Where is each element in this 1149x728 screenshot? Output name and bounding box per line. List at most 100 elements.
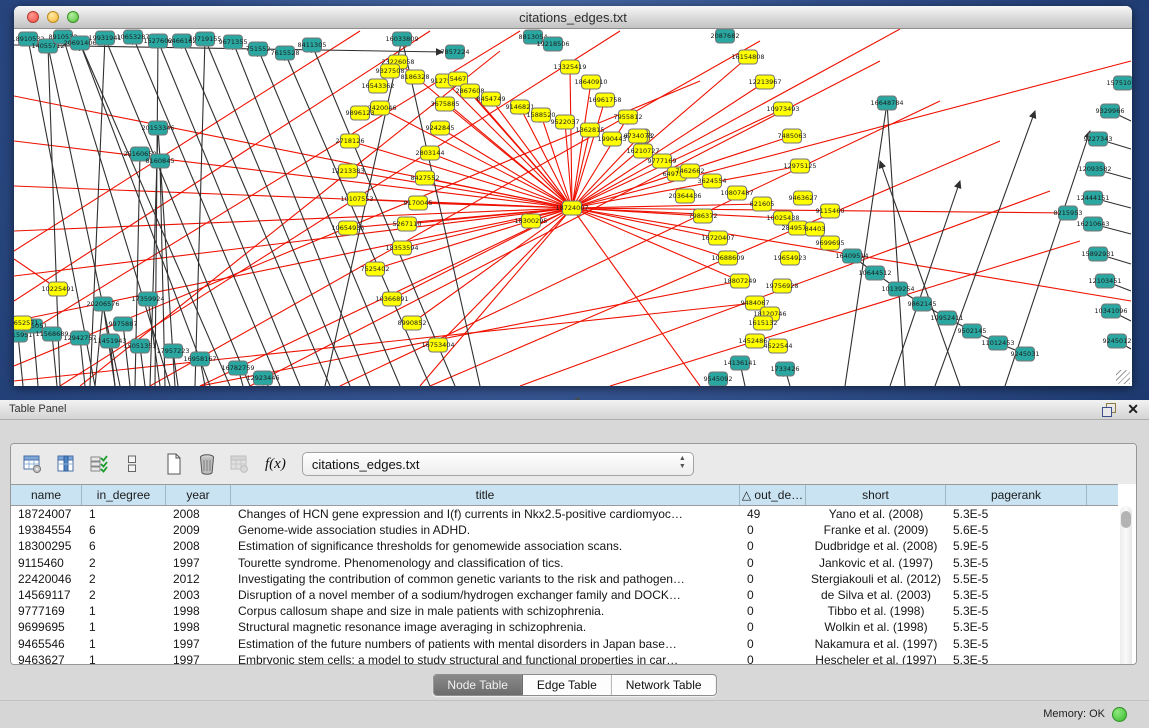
memory-ok-indicator[interactable]	[1112, 707, 1127, 722]
graph-node-yellow[interactable]: 16543362	[361, 79, 394, 93]
table-row[interactable]: 911546021997Tourette syndrome. Phenomeno…	[11, 555, 1118, 571]
graph-node-yellow[interactable]: 9896123	[346, 106, 375, 120]
graph-node-yellow[interactable]: 9463627	[789, 191, 818, 205]
graph-node-yellow[interactable]: 10654935	[331, 221, 364, 235]
column-header-pagerank[interactable]: pagerank	[946, 485, 1087, 505]
column-header-title[interactable]: title	[231, 485, 740, 505]
graph-node-yellow[interactable]: 10366891	[375, 292, 408, 306]
graph-node-teal[interactable]: 9227343	[1084, 132, 1113, 146]
graph-node-yellow[interactable]: 1615132	[749, 316, 778, 330]
graph-node-teal[interactable]: 20153346	[141, 121, 174, 135]
edge[interactable]	[880, 161, 960, 386]
edge[interactable]	[233, 42, 370, 386]
graph-node-yellow[interactable]: 18807249	[723, 274, 756, 288]
edge[interactable]	[18, 335, 23, 386]
graph-node-yellow[interactable]: 10225491	[41, 282, 74, 296]
table-row[interactable]: 969969511998Structural magnetic resonanc…	[11, 619, 1118, 635]
graph-node-yellow[interactable]: 8990852	[398, 316, 427, 330]
tab-edge-table[interactable]: Edge Table	[523, 675, 612, 695]
graph-node-yellow[interactable]: 18300295	[514, 214, 547, 228]
graph-node-teal[interactable]: 10341096	[1094, 304, 1127, 318]
window-resize-grip[interactable]	[1116, 370, 1130, 384]
column-header-short[interactable]: short	[806, 485, 946, 505]
graph-node-yellow[interactable]: 12975125	[783, 159, 816, 173]
graph-node-yellow[interactable]: 9170045	[404, 196, 433, 210]
graph-node-yellow[interactable]: 16961758	[588, 93, 621, 107]
graph-node-teal[interactable]: 1733426	[771, 362, 800, 376]
edge[interactable]	[195, 39, 205, 386]
graph-node-teal[interactable]: 8215953	[1054, 206, 1083, 220]
table-row[interactable]: 1830029562008Estimation of significance …	[11, 538, 1118, 554]
function-builder-icon[interactable]: f(x)	[265, 456, 286, 473]
table-mode-icon[interactable]	[121, 453, 143, 475]
graph-node-yellow[interactable]: 9242845	[426, 121, 455, 135]
graph-node-teal[interactable]: 16033809	[385, 32, 418, 46]
graph-node-yellow[interactable]: 16154808	[731, 50, 764, 64]
graph-node-yellow[interactable]: 4522544	[764, 339, 793, 353]
network-nodes[interactable]: 1891053214055712891053320691406199319411…	[14, 29, 1132, 386]
edge[interactable]	[412, 208, 572, 323]
graph-node-teal[interactable]: 2087682	[711, 29, 740, 43]
column-header-in_degree[interactable]: in_degree	[82, 485, 166, 505]
table-row[interactable]: 946362711997Embryonic stem cells: a mode…	[11, 652, 1118, 665]
table-row[interactable]: 1456911722003Disruption of a novel membe…	[11, 587, 1118, 603]
table-vertical-scrollbar[interactable]	[1120, 506, 1132, 665]
graph-node-yellow[interactable]: 18640910	[574, 75, 607, 89]
column-visibility-icon[interactable]	[55, 453, 77, 475]
edge[interactable]	[14, 31, 360, 251]
graph-node-teal[interactable]: 9671355	[219, 35, 248, 49]
graph-node-yellow[interactable]: 7525402	[361, 262, 390, 276]
tab-node-table[interactable]: Node Table	[433, 675, 523, 695]
edge[interactable]	[52, 334, 57, 386]
graph-node-teal[interactable]: 16648784	[870, 96, 903, 110]
edge[interactable]	[200, 281, 740, 386]
edge[interactable]	[845, 103, 887, 386]
graph-node-yellow[interactable]: 7485063	[778, 129, 807, 143]
graph-node-teal[interactable]: 15751074	[1106, 76, 1132, 90]
edge[interactable]	[312, 45, 455, 386]
column-header-out_de[interactable]: △ out_de…	[740, 485, 806, 505]
graph-node-yellow[interactable]: 16753404	[421, 338, 454, 352]
graph-node-yellow[interactable]: 18353594	[385, 241, 418, 255]
graph-node-teal[interactable]: 9975887	[109, 317, 138, 331]
graph-node-teal[interactable]: 20206576	[86, 297, 119, 311]
graph-node-yellow[interactable]: 8427552	[411, 171, 440, 185]
row-select-icon[interactable]	[88, 453, 110, 475]
edge[interactable]	[123, 324, 130, 386]
graph-node-yellow[interactable]: 12213383	[331, 164, 364, 178]
graph-node-teal[interactable]: 9245031	[1011, 347, 1040, 361]
graph-node-teal[interactable]: 10952411	[930, 311, 963, 325]
graph-node-yellow[interactable]: 19654923	[773, 251, 806, 265]
citation-network-graph[interactable]: 1891053214055712891053320691406199319411…	[14, 29, 1132, 386]
scrollbar-thumb[interactable]	[1121, 511, 1131, 528]
table-row[interactable]: 2242004622012Investigating the contribut…	[11, 571, 1118, 587]
edge[interactable]	[205, 39, 350, 386]
tab-network-table[interactable]: Network Table	[612, 675, 716, 695]
edge[interactable]	[887, 103, 905, 386]
graph-node-yellow[interactable]: 9699695	[816, 236, 845, 250]
graph-node-teal[interactable]: 7615528	[271, 46, 300, 60]
graph-node-teal[interactable]: 7857224	[441, 45, 470, 59]
edge[interactable]	[572, 100, 605, 208]
graph-node-yellow[interactable]: 12213967	[748, 75, 781, 89]
graph-node-teal[interactable]: 9245012	[1103, 334, 1132, 348]
graph-node-teal[interactable]: 12923446	[246, 371, 279, 385]
edge[interactable]	[440, 128, 572, 208]
edge[interactable]	[348, 171, 572, 208]
node-table-header-row[interactable]: namein_degreeyeartitle△ out_de…shortpage…	[11, 484, 1118, 506]
node-table-grid[interactable]: namein_degreeyeartitle△ out_de…shortpage…	[11, 484, 1118, 664]
table-source-dropdown[interactable]: citations_edges.txt ▲▼	[302, 452, 694, 476]
graph-node-yellow[interactable]: 19756928	[765, 279, 798, 293]
table-row[interactable]: 1938455462009Genome-wide association stu…	[11, 522, 1118, 538]
network-window-titlebar[interactable]: citations_edges.txt	[14, 6, 1132, 29]
graph-node-yellow[interactable]: 9777169	[648, 154, 677, 168]
graph-node-yellow[interactable]: 7986372	[689, 209, 718, 223]
graph-node-teal[interactable]: 9545092	[704, 372, 733, 386]
graph-node-teal[interactable]: 14136141	[723, 356, 756, 370]
graph-node-yellow[interactable]: 10807487	[720, 186, 753, 200]
graph-node-yellow[interactable]: 3624554	[698, 174, 727, 188]
graph-node-yellow[interactable]: 3675885	[431, 97, 460, 111]
graph-node-teal[interactable]: 10644512	[858, 266, 891, 280]
graph-node-teal[interactable]: 19218506	[536, 37, 569, 51]
graph-node-teal[interactable]: 15892931	[1081, 247, 1114, 261]
